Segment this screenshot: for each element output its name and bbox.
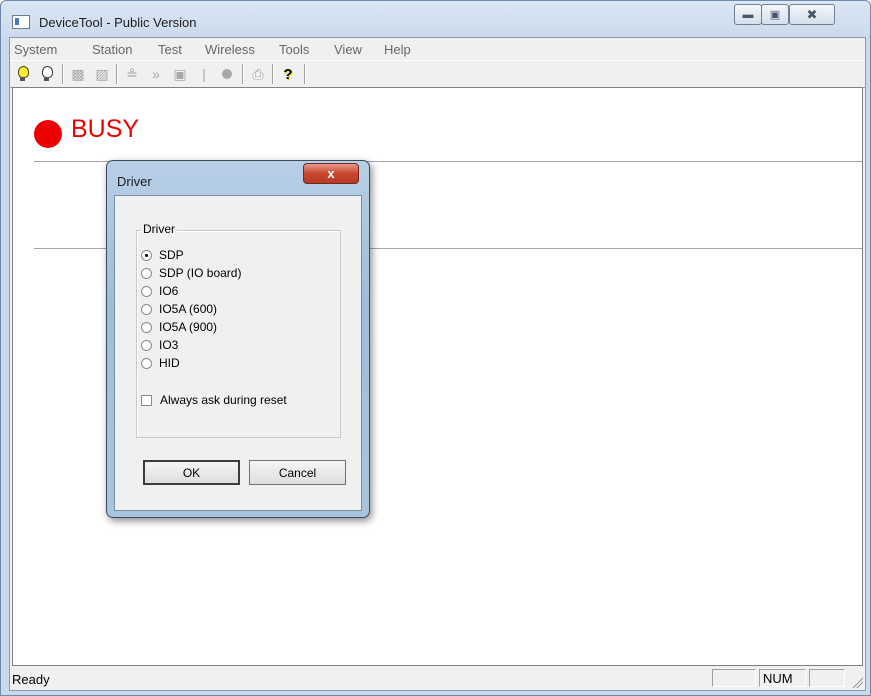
wireless-button[interactable]: ≗ [122,64,142,84]
status-pane-num: NUM [759,669,806,687]
menu-help[interactable]: Help [384,42,411,57]
radio-button[interactable] [141,339,152,351]
radio-button[interactable] [141,267,152,279]
status-bar: Ready NUM [10,667,865,690]
driver-dialog: Driver x Driver SDP SDP (IO board) IO6 I… [106,160,370,518]
dialog-title: Driver [117,174,152,189]
radio-button[interactable] [141,357,152,369]
minimize-button[interactable]: ▬ [734,4,762,25]
radio-button[interactable] [141,321,152,333]
resize-grip[interactable] [851,676,863,688]
radio-io3[interactable]: IO3 [141,338,178,352]
radio-button[interactable] [141,285,152,297]
window-title: DeviceTool - Public Version [39,15,197,30]
always-ask-checkbox-row[interactable]: Always ask during reset [141,393,287,407]
bar-button[interactable]: | [194,64,214,84]
toolbar: ▩ ▨ ≗ » ▣ | ⎙ ? [10,60,865,88]
toolbar-separator [242,64,244,84]
toolbar-separator [62,64,64,84]
menu-system[interactable]: System [14,42,57,57]
device-icon: ▣ [173,65,187,82]
radio-io5a-600[interactable]: IO5A (600) [141,302,217,316]
forward-icon: » [152,66,160,82]
title-bar[interactable]: DeviceTool - Public Version ▬ ▣ ✖ [1,1,870,37]
bulb-off-icon [41,66,53,81]
print-icon: ⎙ [252,65,264,82]
radio-sdp-io-board[interactable]: SDP (IO board) [141,266,241,280]
menu-wireless[interactable]: Wireless [205,42,255,57]
disconnect-button[interactable]: ▨ [92,64,112,84]
status-text: Ready [12,672,50,687]
menu-bar: System Station Test Wireless Tools View … [10,38,865,60]
maximize-icon: ▣ [769,9,781,21]
connect-button[interactable]: ▩ [68,64,88,84]
always-ask-label: Always ask during reset [160,393,287,407]
app-icon[interactable] [12,15,30,29]
radio-button[interactable] [141,249,152,261]
toolbar-separator [272,64,274,84]
always-ask-checkbox[interactable] [141,394,152,406]
close-icon: x [327,166,335,181]
wireless-icon: ≗ [126,65,138,82]
radio-io5a-900[interactable]: IO5A (900) [141,320,217,334]
radio-label: SDP [159,248,184,262]
busy-indicator-icon [34,120,62,148]
connect-icon: ▩ [71,65,85,82]
dialog-close-button[interactable]: x [303,163,359,184]
minimize-icon: ▬ [742,8,754,21]
dialog-body: Driver SDP SDP (IO board) IO6 IO5A (600)… [114,195,362,511]
print-button[interactable]: ⎙ [248,64,268,84]
status-pane-scroll [809,669,845,687]
help-button[interactable]: ? [278,64,298,84]
menu-tools[interactable]: Tools [279,42,309,57]
disconnect-icon: ▨ [95,65,109,82]
toolbar-separator [116,64,118,84]
close-button[interactable]: ✖ [789,4,835,25]
busy-label: BUSY [71,115,140,143]
cancel-button[interactable]: Cancel [249,460,346,485]
radio-sdp[interactable]: SDP [141,248,184,262]
maximize-button[interactable]: ▣ [761,4,789,25]
bulb-off-button[interactable] [37,64,57,84]
bulb-on-button[interactable] [13,64,33,84]
status-pane-caps [712,669,756,687]
radio-label: HID [159,356,180,370]
toolbar-separator [304,64,306,84]
record-icon [222,69,232,79]
help-icon: ? [283,65,293,83]
radio-label: IO3 [159,338,179,352]
close-icon: ✖ [806,6,818,22]
radio-label: IO5A (600) [159,302,218,316]
radio-label: SDP (IO board) [159,266,242,280]
device-button[interactable]: ▣ [170,64,190,84]
record-button[interactable] [217,64,237,84]
radio-io6[interactable]: IO6 [141,284,178,298]
radio-label: IO5A (900) [159,320,218,334]
menu-station[interactable]: Station [92,42,132,57]
forward-button[interactable]: » [146,64,166,84]
ok-button[interactable]: OK [143,460,240,485]
radio-hid[interactable]: HID [141,356,180,370]
bulb-on-icon [17,66,29,81]
radio-label: IO6 [159,284,179,298]
menu-test[interactable]: Test [158,42,182,57]
radio-button[interactable] [141,303,152,315]
bar-icon: | [202,66,206,82]
menu-view[interactable]: View [334,42,362,57]
driver-group-label: Driver [141,222,177,236]
